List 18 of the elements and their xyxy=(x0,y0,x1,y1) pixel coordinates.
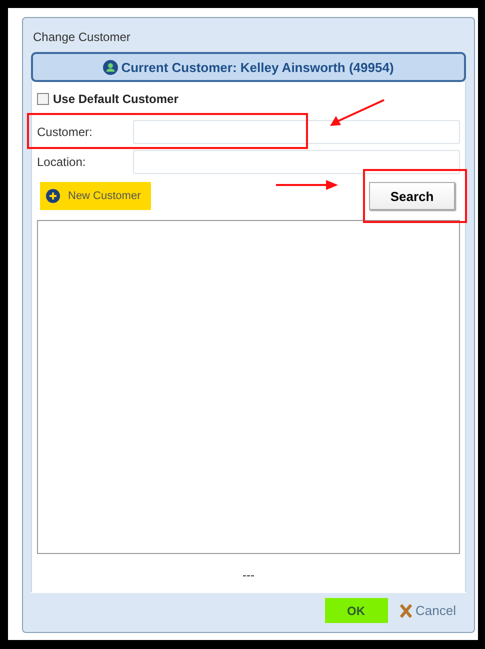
input-field[interactable] xyxy=(133,150,460,174)
input-field[interactable] xyxy=(133,120,460,144)
close-icon xyxy=(400,604,412,618)
field-label: Location: xyxy=(37,155,86,169)
current-customer-text: Current Customer: Kelley Ainsworth (49954) xyxy=(121,60,394,74)
pointer-arrow xyxy=(328,98,386,128)
window-title: Change Customer xyxy=(32,29,132,46)
pointer-arrow xyxy=(276,179,338,191)
search-button[interactable]: Search xyxy=(369,182,455,210)
checkbox-label: Use Default Customer xyxy=(53,92,178,106)
cancel-button[interactable]: Cancel xyxy=(394,598,462,623)
new-customer-button[interactable]: New Customer xyxy=(40,182,151,210)
status-text: --- xyxy=(242,568,254,582)
plus-icon xyxy=(46,189,60,203)
ok-button[interactable]: OK xyxy=(324,598,388,623)
checkbox[interactable] xyxy=(37,93,49,105)
field-label: Customer: xyxy=(37,125,92,139)
user-icon xyxy=(103,60,118,74)
